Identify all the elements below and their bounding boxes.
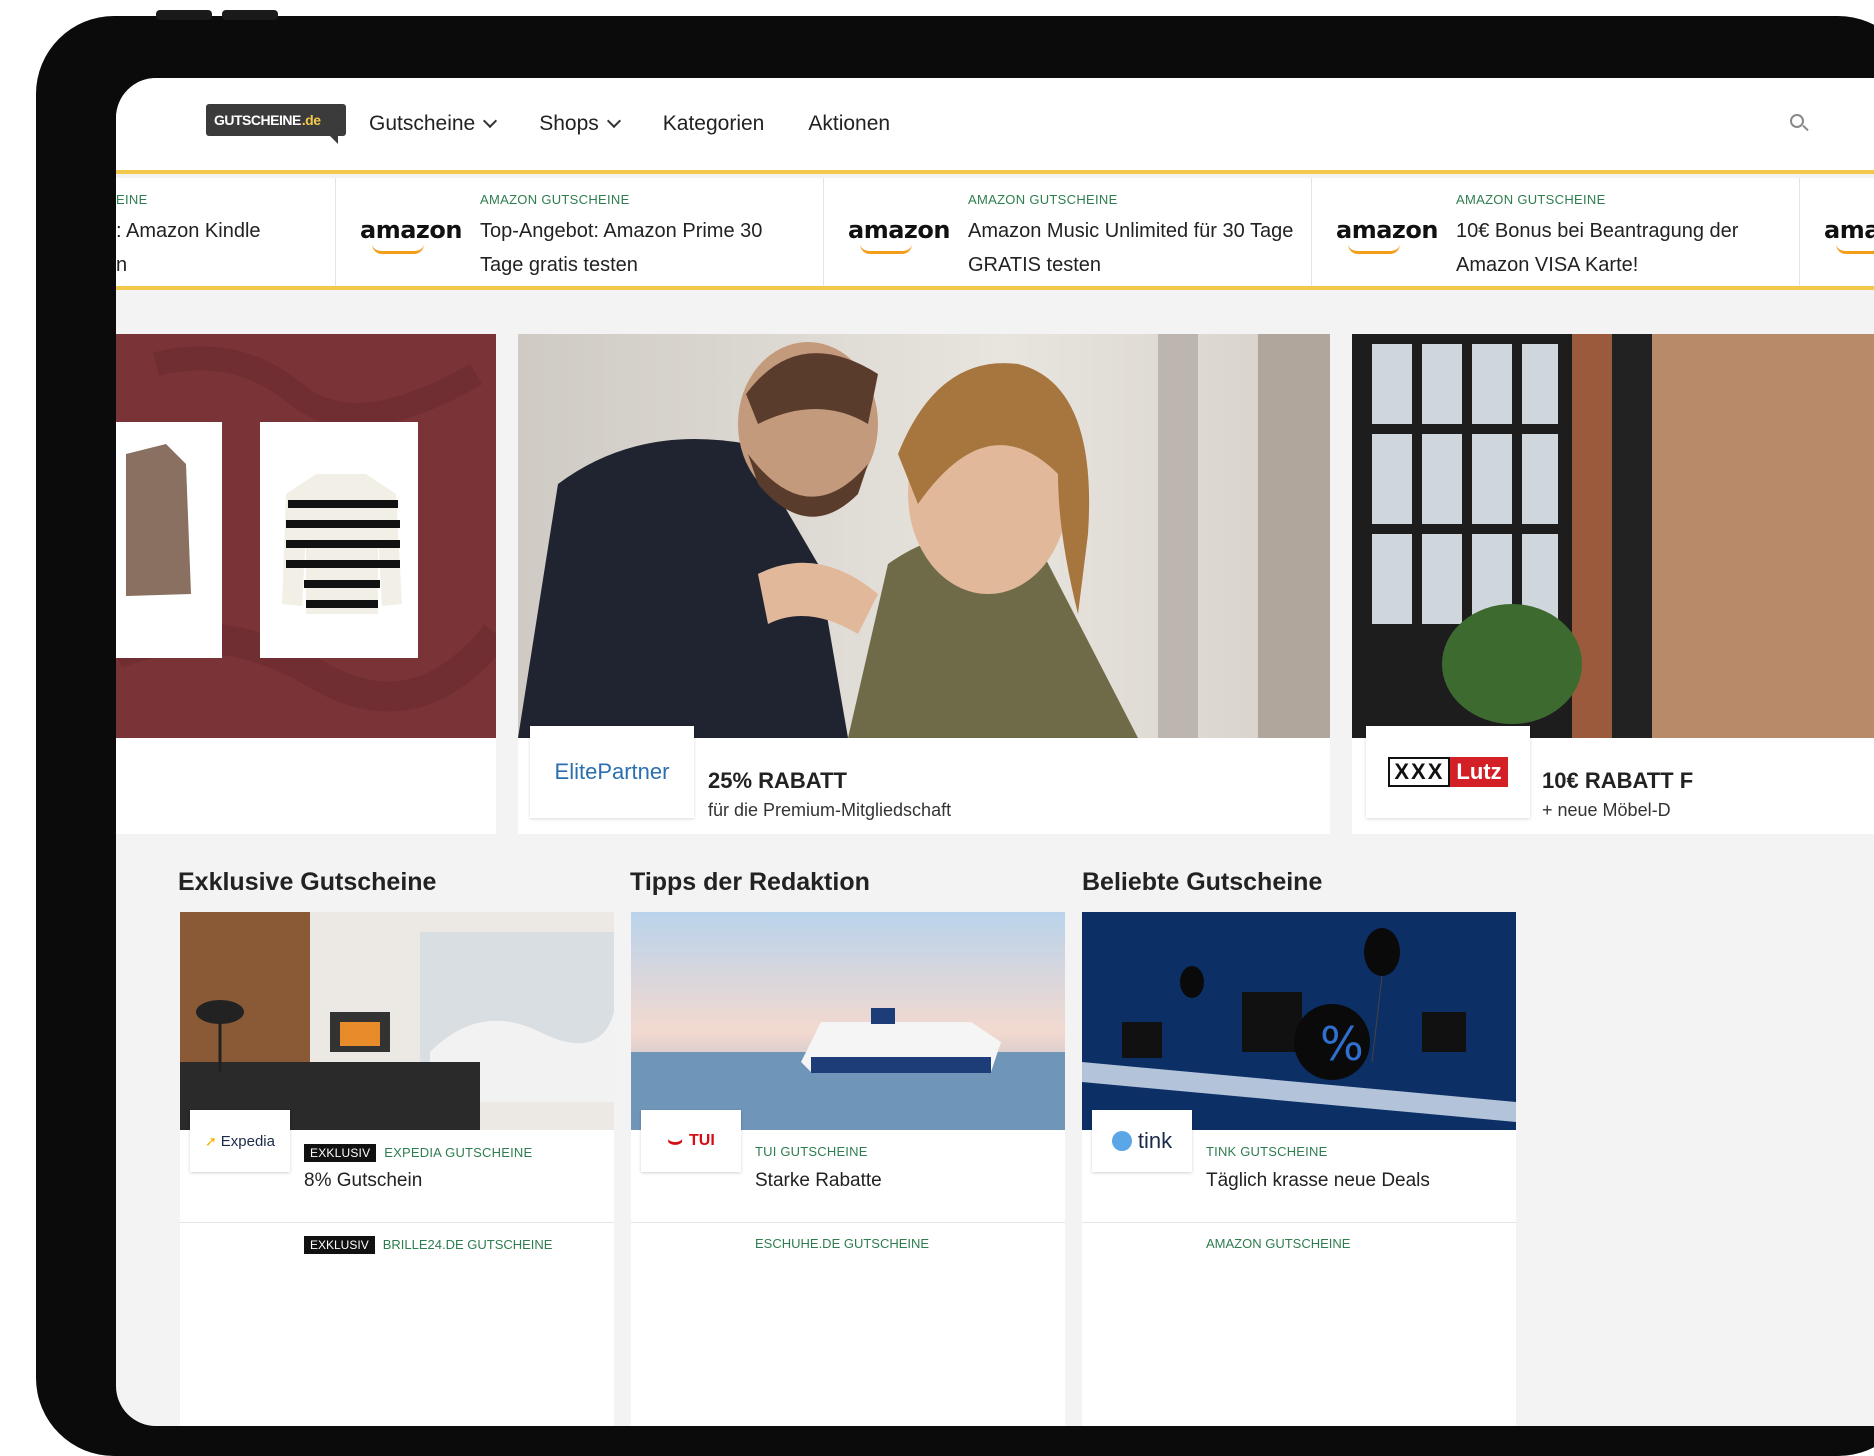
ticker-title: 10€ Bonus bei Beantragung der Amazon VIS… [1456,220,1739,276]
nav-aktionen[interactable]: Aktionen [808,112,890,136]
svg-text:%: % [1320,1017,1364,1071]
ticker-title: Amazon Music Unlimited für 30 Tage GRATI… [968,220,1294,276]
section-heading-beliebte: Beliebte Gutscheine [1082,868,1323,896]
search-icon[interactable] [1788,112,1810,134]
hero-image-interior [1352,334,1874,738]
xxxlutz-logo-right: Lutz [1450,757,1508,787]
tablet-frame: GUTSCHEINE .de Gutscheine Shops Kategorie… [36,10,1874,1456]
screen: GUTSCHEINE .de Gutscheine Shops Kategorie… [116,78,1874,1426]
amazon-logo: amazon [360,216,462,254]
tile-image-cruise [631,912,1065,1130]
amazon-logo: amazon [848,216,950,254]
tile-title: Täglich krasse neue Deals [1206,1170,1430,1191]
couple-photo [518,334,1330,738]
section-heading-tipps: Tipps der Redaktion [630,868,870,896]
logo-suffix: .de [301,112,321,128]
hero-card-fashion[interactable] [116,334,496,834]
chevron-down-icon [606,113,621,129]
tile-category: TINK GUTSCHEINE [1206,1144,1328,1159]
site-logo[interactable]: GUTSCHEINE .de [206,104,346,136]
tink-logo-text: tink [1137,1128,1173,1153]
tui-logo: ⌣ TUI [641,1110,741,1172]
tink-logo: tink [1092,1110,1192,1172]
coupon-card-expedia[interactable]: ➚ Expedia EXKLUSIV EXPEDIA GUTSCHEINE 8% G… [180,912,614,1426]
exklusiv-badge: EXKLUSIV [304,1144,377,1162]
tile-category-text: BRILLE24.DE GUTSCHEINE [382,1237,553,1252]
tile-category-next: AMAZON GUTSCHEINE [1206,1236,1351,1251]
main-nav: Gutscheine Shops Kategorien Aktionen [369,112,890,136]
hero-subtitle: + neue Möbel-D [1542,800,1671,820]
nav-label: Aktionen [808,112,891,135]
nav-gutscheine[interactable]: Gutscheine [369,112,498,136]
amazon-logo: amazon [1336,216,1438,254]
xxxlutz-logo-left: XXX [1388,757,1451,787]
nav-label: Kategorien [662,112,765,135]
tile-category-text: EXPEDIA GUTSCHEINE [384,1145,533,1160]
tile-image-bedroom [180,912,614,1130]
tile-category: EXKLUSIV EXPEDIA GUTSCHEINE [304,1144,532,1162]
bedroom-photo [180,912,614,1130]
site-header: GUTSCHEINE .de Gutscheine Shops Kategorie… [116,78,1874,174]
expedia-logo-text: Expedia [220,1132,275,1150]
tile-category: TUI GUTSCHEINE [755,1144,868,1159]
ticker-item[interactable]: amazon AMAZON GUTSCHEINE Top-Angebot: Am… [336,178,824,286]
amazon-logo: amazo [1824,216,1874,254]
ticker-item[interactable]: amazon AMAZON GUTSCHEINE 10€ Bonus bei B… [1312,178,1800,286]
hero-title: 25% RABATT [708,768,847,793]
ticker-title: Top-Angebot: Amazon Prime 30 Tage gratis… [480,220,763,276]
hero-card-xxxlutz[interactable]: XXX Lutz 10€ RABATT F + neue Möbel-D [1352,334,1874,834]
coupon-card-tui[interactable]: ⌣ TUI TUI GUTSCHEINE Starke Rabatte ESCHU… [631,912,1065,1426]
hero-card-elitepartner[interactable]: ElitePartner 25% RABATT für die Premium-… [518,334,1330,834]
tink-logo-mark [1111,1131,1132,1151]
tui-logo-text: TUI [689,1132,715,1149]
deal-ticker: EINE : Amazon Kindle n amazon AMAZON GUT… [116,178,1874,290]
ticker-item[interactable]: EINE : Amazon Kindle n [116,178,336,286]
deals-photo: % [1082,912,1516,1130]
logo-text: GUTSCHEINE [214,112,301,128]
interior-photo [1352,334,1874,738]
tile-category-next: EXKLUSIV BRILLE24.DE GUTSCHEINE [304,1236,552,1254]
tile-divider [180,1222,614,1223]
logo-speech-tail [328,134,338,144]
tile-image-deals: % [1082,912,1516,1130]
expedia-logo: ➚ Expedia [190,1110,290,1172]
ticker-category: AMAZON GUTSCHEINE [968,192,1118,207]
ticker-category: AMAZON GUTSCHEINE [1456,192,1606,207]
nav-shops[interactable]: Shops [539,112,621,136]
tile-divider [1082,1222,1516,1223]
tablet-top-button-2 [222,10,278,20]
tile-title: 8% Gutschein [304,1170,423,1191]
hero-image-fashion [116,334,496,738]
expedia-logo-mark: ➚ [205,1132,217,1149]
nav-label: Shops [539,112,599,135]
nav-kategorien[interactable]: Kategorien [663,112,765,136]
xxxlutz-logo: XXX Lutz [1366,726,1530,818]
exklusiv-badge: EXKLUSIV [304,1236,375,1254]
cruise-photo [631,912,1065,1130]
nav-label: Gutscheine [369,112,476,135]
elitepartner-logo: ElitePartner [530,726,694,818]
hero-subtitle: für die Premium-Mitgliedschaft [708,800,952,820]
coupon-card-tink[interactable]: % tink TINK GUTSCHEINE Täglich krasse ne… [1082,912,1516,1426]
fashion-illustration [116,334,496,738]
tile-divider [631,1222,1065,1223]
ticker-item[interactable]: amazon AMAZON GUTSCHEINE Amazon Music Un… [824,178,1312,286]
tile-title: Starke Rabatte [755,1170,882,1191]
hero-title: 10€ RABATT F [1542,768,1694,793]
tui-logo-smile: ⌣ [667,1127,683,1154]
tile-category-next: ESCHUHE.DE GUTSCHEINE [755,1236,930,1251]
tablet-top-button [156,10,212,20]
ticker-item[interactable]: amazo [1800,178,1874,286]
ticker-category: AMAZON GUTSCHEINE [480,192,630,207]
chevron-down-icon [483,113,498,129]
ticker-category: EINE [116,192,148,207]
hero-image-couple [518,334,1330,738]
section-heading-exklusive: Exklusive Gutscheine [178,868,437,896]
elitepartner-logo-text: ElitePartner [554,759,670,784]
ticker-title: : Amazon Kindle n [116,220,261,276]
